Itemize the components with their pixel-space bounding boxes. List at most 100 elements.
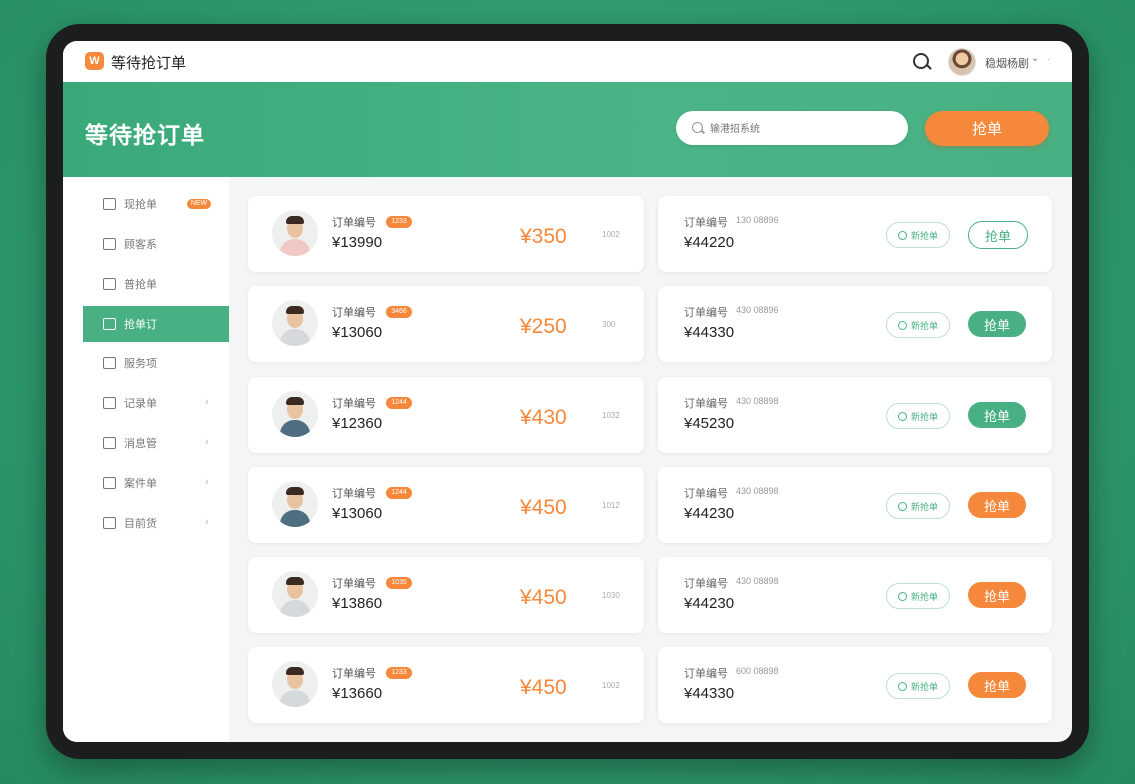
grab-button[interactable]: 抢单 [968,582,1026,608]
order-number: ¥13060 [332,324,383,341]
app-logo-icon: W [85,52,104,70]
menu-icon [103,437,116,449]
chevron-down-icon[interactable]: ⌄ [1031,53,1039,64]
order-detail-card: 订单编号 430 08898 ¥45230 新抢单 抢单 [658,377,1052,453]
order-price: ¥430 [520,406,567,429]
sidebar-item[interactable]: 现抢单 NEW [83,186,229,222]
sidebar-item-label: 普抢单 [124,279,157,291]
order-tag: 1233 [386,667,412,679]
grab-button[interactable]: 抢单 [968,311,1026,337]
order-card[interactable]: 订单编号 1233 ¥13990 ¥350 1002 [248,196,644,272]
order-card[interactable]: 订单编号 1244 ¥12360 ¥430 1032 [248,377,644,453]
search-box[interactable] [676,111,908,145]
grab-button[interactable]: 抢单 [968,221,1028,249]
sidebar-item-label: 抢单订 [124,319,157,331]
order-meta: 430 08898 [736,396,779,406]
order-meta: 430 08898 [736,486,779,496]
search-input[interactable] [708,119,902,139]
user-avatar[interactable] [948,48,976,76]
status-badge[interactable]: 新抢单 [886,673,950,699]
order-price: ¥250 [520,315,567,338]
order-label: 订单编号 [684,668,728,680]
sidebar-item[interactable]: 目前货 › [83,505,229,541]
circle-icon [897,411,907,421]
new-badge: NEW [187,199,211,209]
sidebar-item-label: 记录单 [124,398,157,410]
user-name[interactable]: 稳烟杨剧 [985,55,1029,71]
order-meta: 430 08898 [736,576,779,586]
page-title: 等待抢订单 [85,122,205,148]
customer-avatar [272,481,318,527]
order-price: ¥450 [520,496,567,519]
status-badge[interactable]: 新抢单 [886,222,950,248]
sidebar-item[interactable]: 普抢单 [83,266,229,302]
sidebar-item[interactable]: 消息管 › [83,425,229,461]
order-card[interactable]: 订单编号 1035 ¥13860 ¥450 1030 [248,557,644,633]
order-meta: 1002 [602,230,620,239]
order-meta: 1030 [602,591,620,600]
top-bar: W 等待抢订单 稳烟杨剧 ⌄ · [63,41,1072,82]
order-amount: ¥44330 [684,324,735,341]
sidebar-item[interactable]: 服务项 [83,345,229,381]
order-meta: 1032 [602,411,620,420]
more-dot-icon[interactable]: · [1047,54,1050,65]
search-icon[interactable] [913,53,929,69]
grab-button[interactable]: 抢单 [968,402,1026,428]
order-label: 订单编号 [332,398,376,410]
grab-button[interactable]: 抢单 [968,492,1026,518]
customer-avatar [272,210,318,256]
order-tag: 3466 [386,306,412,318]
order-label: 订单编号 [332,488,376,500]
page-header: 等待抢订单 抢单 [63,82,1072,177]
order-meta: 130 08896 [736,215,779,225]
status-badge[interactable]: 新抢单 [886,403,950,429]
sidebar-item[interactable]: 案件单 › [83,465,229,501]
status-badge[interactable]: 新抢单 [886,583,950,609]
customer-avatar [272,571,318,617]
order-meta: 1002 [602,681,620,690]
order-detail-card: 订单编号 430 08898 ¥44230 新抢单 抢单 [658,557,1052,633]
order-card[interactable]: 订单编号 1233 ¥13660 ¥450 1002 [248,647,644,723]
order-price: ¥450 [520,586,567,609]
app-screen: W 等待抢订单 稳烟杨剧 ⌄ · 等待抢订单 抢单 现抢单NEW顾客系普抢单抢单… [63,41,1072,742]
menu-icon [103,517,116,529]
circle-icon [897,681,907,691]
sidebar-item[interactable]: 记录单 › [83,385,229,421]
sidebar-item[interactable]: 抢单订 [83,306,229,342]
order-card[interactable]: 订单编号 3466 ¥13060 ¥250 300 [248,286,644,362]
order-detail-card: 订单编号 430 08898 ¥44230 新抢单 抢单 [658,467,1052,543]
order-meta: 300 [602,320,616,329]
order-number: ¥12360 [332,415,383,432]
order-tag: 1244 [386,487,412,499]
menu-icon [103,238,116,250]
menu-icon [103,318,116,330]
circle-icon [897,320,907,330]
chevron-right-icon: › [205,436,209,448]
grab-order-button[interactable]: 抢单 [925,111,1049,146]
chevron-right-icon: › [205,516,209,528]
sidebar-item-label: 现抢单 [124,199,157,211]
order-label: 订单编号 [684,307,728,319]
sidebar-item-label: 目前货 [124,518,157,530]
order-number: ¥13860 [332,595,383,612]
sidebar-item-label: 服务项 [124,358,157,370]
sidebar-item[interactable]: 顾客系 [83,226,229,262]
order-detail-card: 订单编号 600 08898 ¥44330 新抢单 抢单 [658,647,1052,723]
order-label: 订单编号 [332,217,376,229]
order-meta: 430 08896 [736,305,779,315]
circle-icon [897,501,907,511]
status-badge[interactable]: 新抢单 [886,493,950,519]
menu-icon [103,397,116,409]
status-badge[interactable]: 新抢单 [886,312,950,338]
order-card[interactable]: 订单编号 1244 ¥13060 ¥450 1012 [248,467,644,543]
menu-icon [103,357,116,369]
order-label: 订单编号 [332,307,376,319]
order-number: ¥13660 [332,685,383,702]
order-number: ¥13060 [332,505,383,522]
menu-icon [103,477,116,489]
grab-button[interactable]: 抢单 [968,672,1026,698]
order-amount: ¥44220 [684,234,735,251]
menu-icon [103,198,116,210]
order-amount: ¥45230 [684,415,735,432]
order-detail-card: 订单编号 130 08896 ¥44220 新抢单 抢单 [658,196,1052,272]
